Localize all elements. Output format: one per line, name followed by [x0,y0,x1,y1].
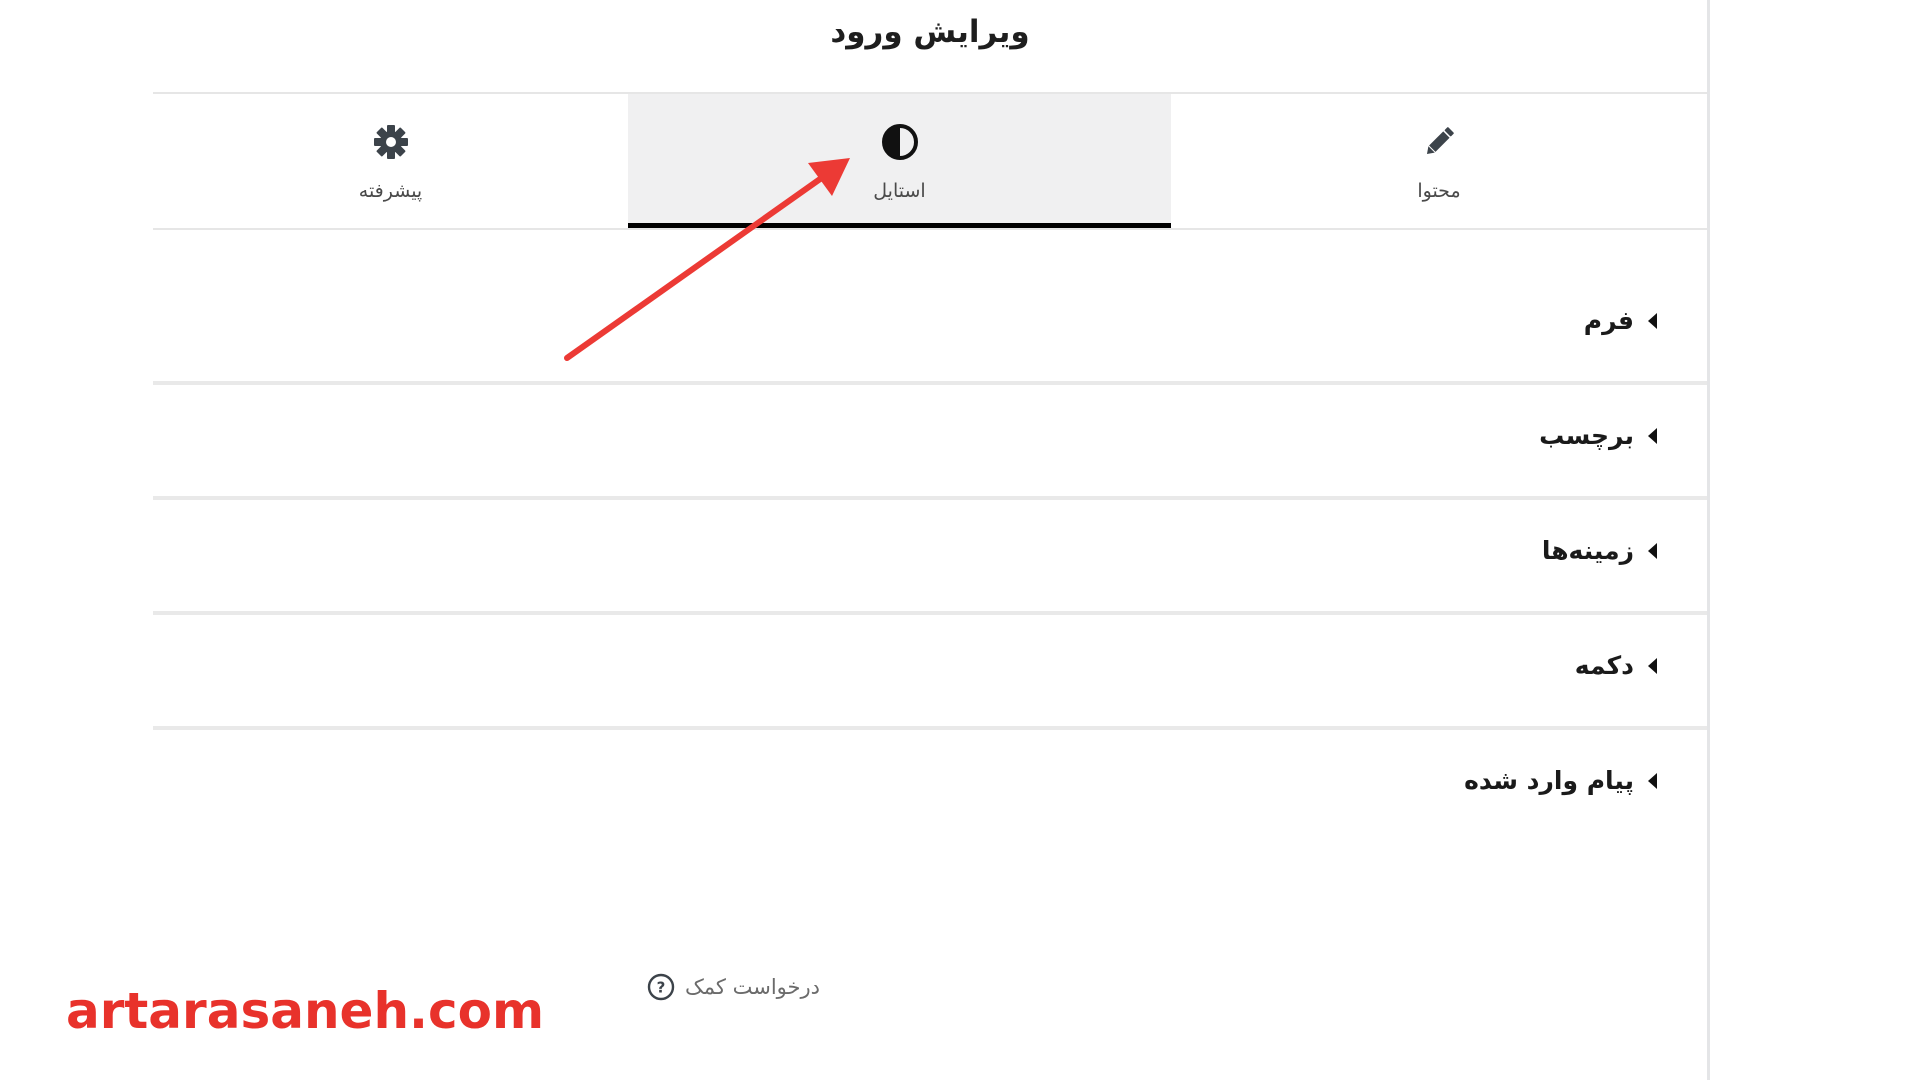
watermark: artarasaneh.com [66,982,545,1040]
section-label: برچسب [1539,421,1634,450]
caret-left-icon [1648,542,1657,559]
section-label: دکمه [1574,651,1634,680]
help-label: درخواست کمک [685,975,820,999]
section-label: فرم [1583,306,1634,335]
gear-icon [373,125,408,159]
section-label: زمینه‌ها [1541,536,1634,565]
section-form[interactable]: فرم [153,270,1707,385]
tab-style-label: استایل [873,180,926,202]
tab-advanced[interactable]: پیشرفته [153,94,628,228]
section-button[interactable]: دکمه [153,615,1707,730]
caret-left-icon [1648,312,1657,329]
tab-content[interactable]: محتوا [1171,94,1707,228]
half-circle-icon [881,124,918,160]
section-logged-in-message[interactable]: پیام وارد شده [153,730,1707,845]
svg-text:?: ? [657,979,666,997]
pencil-icon [1426,127,1454,155]
help-request-link[interactable]: درخواست کمک ? [647,973,820,1001]
caret-left-icon [1648,657,1657,674]
tab-advanced-label: پیشرفته [358,180,423,202]
question-circle-icon: ? [647,973,675,1001]
edit-login-panel: ویرایش ورود پیشرفته استایل محتوا فرم برچ… [153,0,1710,1080]
tab-style[interactable]: استایل [628,94,1171,228]
tab-bar: پیشرفته استایل محتوا [153,92,1707,230]
section-label-style[interactable]: برچسب [153,385,1707,500]
style-sections: فرم برچسب زمینه‌ها دکمه [153,270,1707,845]
caret-left-icon [1648,427,1657,444]
panel-title: ویرایش ورود [830,14,1030,50]
page: ویرایش ورود پیشرفته استایل محتوا فرم برچ… [0,0,1920,1080]
caret-left-icon [1648,772,1657,789]
tab-content-label: محتوا [1417,180,1461,202]
section-fields[interactable]: زمینه‌ها [153,500,1707,615]
section-label: پیام وارد شده [1464,766,1634,795]
